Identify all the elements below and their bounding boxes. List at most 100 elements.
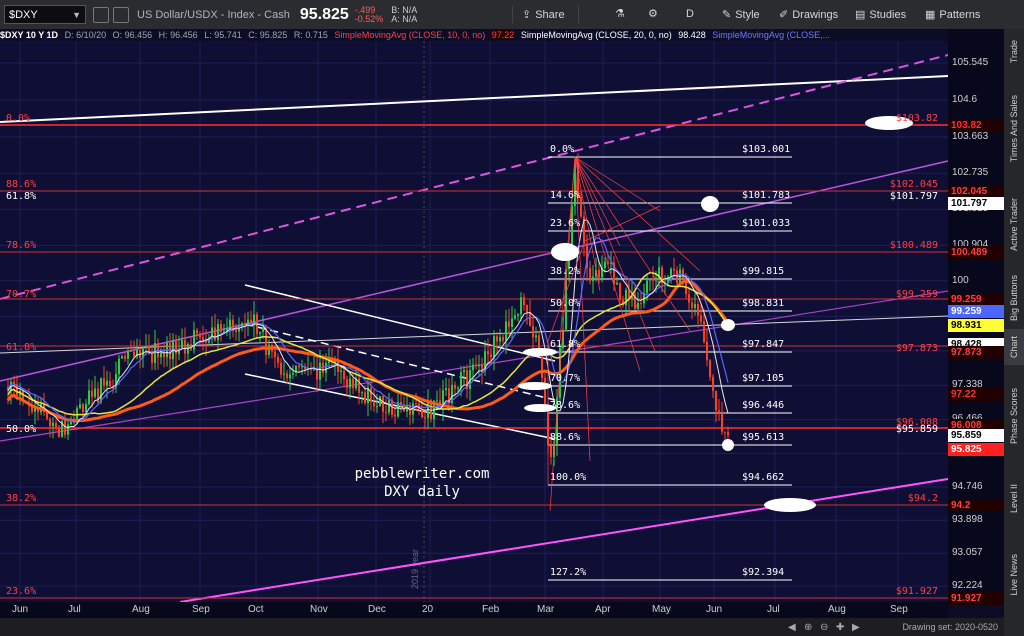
price-tick: 102.735 <box>952 167 989 179</box>
svg-text:$102.045: $102.045 <box>890 179 938 190</box>
price-tag: 98.931 <box>948 319 1004 332</box>
fib-pct-label: 61.8% <box>550 339 580 350</box>
bottom-bar: ◀ ⊕ ⊖ ✚ ▶ Drawing set: 2020-0520 <box>0 618 1004 636</box>
svg-text:78.6%: 78.6% <box>6 240 36 251</box>
rail-tab-times-and-sales[interactable]: Times And Sales <box>1004 77 1024 181</box>
settings-button[interactable]: ⚙ <box>648 7 658 20</box>
period-button[interactable]: D <box>686 8 694 20</box>
date-tick: Jun <box>12 604 29 615</box>
price-tick: 100 <box>952 274 969 286</box>
marker-ellipse[interactable] <box>518 382 552 390</box>
price-axis[interactable]: 105.545104.6103.663102.735101.815100.904… <box>948 29 1004 605</box>
rail-tab-chart[interactable]: Chart <box>1004 329 1024 365</box>
svg-text:61.8%: 61.8% <box>6 342 36 353</box>
fib-pct-label: 0.0% <box>550 144 574 155</box>
svg-text:$91.927: $91.927 <box>896 586 938 597</box>
price-tick: 93.898 <box>952 514 983 526</box>
price-tick: 94.746 <box>952 480 983 492</box>
price-tick: 104.6 <box>952 94 978 106</box>
marker-ellipse[interactable] <box>551 243 579 261</box>
legend-low: L: 95.741 <box>204 30 242 40</box>
legend-range: R: 0.715 <box>293 30 328 40</box>
zoom-icon[interactable]: ⊕ <box>804 622 812 633</box>
fib-pct-label: 14.6% <box>550 190 580 201</box>
chart-canvas[interactable]: 2019 year 0.0% $103.00114.6% $101.78323.… <box>0 41 948 602</box>
crosshair-icon[interactable]: ✚ <box>836 622 844 633</box>
watermark: pebblewriter.com DXY daily <box>355 466 490 500</box>
rail-tab-active-trader[interactable]: Active Trader <box>1004 185 1024 265</box>
symbol-text: $DXY <box>9 8 38 21</box>
share-button[interactable]: ⇪ Share <box>522 8 565 22</box>
svg-text:23.6%: 23.6% <box>6 586 36 597</box>
price-tick: 105.545 <box>952 57 989 68</box>
legend-close: C: 95.825 <box>248 30 288 40</box>
svg-text:$101.797: $101.797 <box>890 191 938 202</box>
marker-ellipse[interactable] <box>722 439 734 451</box>
scroll-left-icon[interactable]: ◀ <box>788 622 796 633</box>
price-tag: 103.82 <box>948 119 1004 132</box>
date-tick: Mar <box>537 604 555 615</box>
marker-ellipse[interactable] <box>764 498 816 512</box>
fib-pct-label: 50.0% <box>550 298 580 309</box>
flask-icon: ⚗ <box>615 8 625 20</box>
scroll-right-icon[interactable]: ▶ <box>852 622 860 633</box>
style-icon: ✎ <box>722 9 732 21</box>
fib-pct-label: 23.6% <box>550 218 580 229</box>
rail-tab-live-news[interactable]: Live News <box>1004 535 1024 615</box>
legend-sma20[interactable]: SimpleMovingAvg (CLOSE, 20, 0, no) <box>521 30 672 40</box>
price-tag: 101.797 <box>948 197 1004 210</box>
patterns-button[interactable]: ▦ Patterns <box>925 8 980 22</box>
fib-value-label: $94.662 <box>742 472 784 483</box>
date-tick: Apr <box>595 604 611 615</box>
marker-ellipse[interactable] <box>701 196 719 212</box>
marker-ellipse[interactable] <box>721 319 735 331</box>
symbol-description: US Dollar/USDX - Index - Cash <box>137 8 290 21</box>
price-tag: 97.873 <box>948 346 1004 359</box>
symbol-input[interactable]: $DXY ▼ <box>4 5 86 24</box>
chevron-down-icon[interactable]: ▼ <box>72 10 81 20</box>
rail-tab-trade[interactable]: Trade <box>1004 29 1024 75</box>
svg-text:70.7%: 70.7% <box>6 289 36 300</box>
legend-sma10[interactable]: SimpleMovingAvg (CLOSE, 10, 0, no) <box>334 30 485 40</box>
zoom-out-icon[interactable]: ⊖ <box>820 622 828 633</box>
rail-tab-level-ii[interactable]: Level II <box>1004 467 1024 531</box>
price-chart[interactable]: 2019 year 0.0% $103.001 14.6% $101.783 2… <box>0 41 948 602</box>
price-tick: 92.224 <box>952 580 983 591</box>
studies-button[interactable]: ▤ Studies <box>855 8 906 22</box>
chart-header[interactable]: $DXY 10 Y 1D <box>0 30 58 40</box>
fib-value-label: $103.001 <box>742 144 790 155</box>
trendline-pink-bottom[interactable] <box>179 478 948 602</box>
svg-text:38.2%: 38.2% <box>6 493 36 504</box>
date-axis[interactable]: Jun Jul Aug Sep Oct Nov Dec 20 Feb Mar Apr May Jun Ju… <box>0 602 948 618</box>
svg-text:88.6%: 88.6% <box>6 179 36 190</box>
price-bars <box>7 153 729 466</box>
fib-value-label: $97.847 <box>742 339 784 350</box>
style-button[interactable]: ✎ Style <box>722 8 760 22</box>
change-percent: -0.52% <box>354 13 384 24</box>
side-rail: Trade Times And Sales Active Trader Big But… <box>1004 29 1024 636</box>
svg-text:61.8%: 61.8% <box>6 191 36 202</box>
date-tick: 20 <box>422 604 434 615</box>
price-tag: 97.22 <box>948 388 1004 401</box>
flask-button[interactable]: ⚗ <box>615 7 625 20</box>
trendline-top-white[interactable] <box>0 75 948 123</box>
svg-text:$95.859: $95.859 <box>896 424 938 435</box>
last-price: 95.825 <box>299 5 349 23</box>
fib-pct-label: 78.6% <box>550 400 580 411</box>
fib-value-label: $101.783 <box>742 190 790 201</box>
fib-price-labels: $103.82 $102.045 $101.797 $100.489 $99.2… <box>890 113 938 597</box>
svg-text:$99.259: $99.259 <box>896 289 938 300</box>
svg-text:$103.82: $103.82 <box>896 113 938 124</box>
channel-bottom[interactable] <box>244 373 556 440</box>
watchlist-icon[interactable] <box>113 6 129 23</box>
legend-sma-other[interactable]: SimpleMovingAvg (CLOSE,... <box>712 30 830 40</box>
trendline-magenta-dashed[interactable] <box>0 54 948 300</box>
rail-tab-big-buttons[interactable]: Big Buttons <box>1004 269 1024 327</box>
legend-sma10-value: 97.22 <box>491 30 515 40</box>
rail-tab-phase-scores[interactable]: Phase Scores <box>1004 369 1024 463</box>
drawing-set-label[interactable]: Drawing set: 2020-0520 <box>902 622 998 632</box>
link-icon[interactable] <box>93 6 109 23</box>
svg-text:$97.873: $97.873 <box>896 343 938 354</box>
fib-value-label: $97.105 <box>742 373 784 384</box>
drawings-button[interactable]: ✐ Drawings <box>779 8 838 22</box>
